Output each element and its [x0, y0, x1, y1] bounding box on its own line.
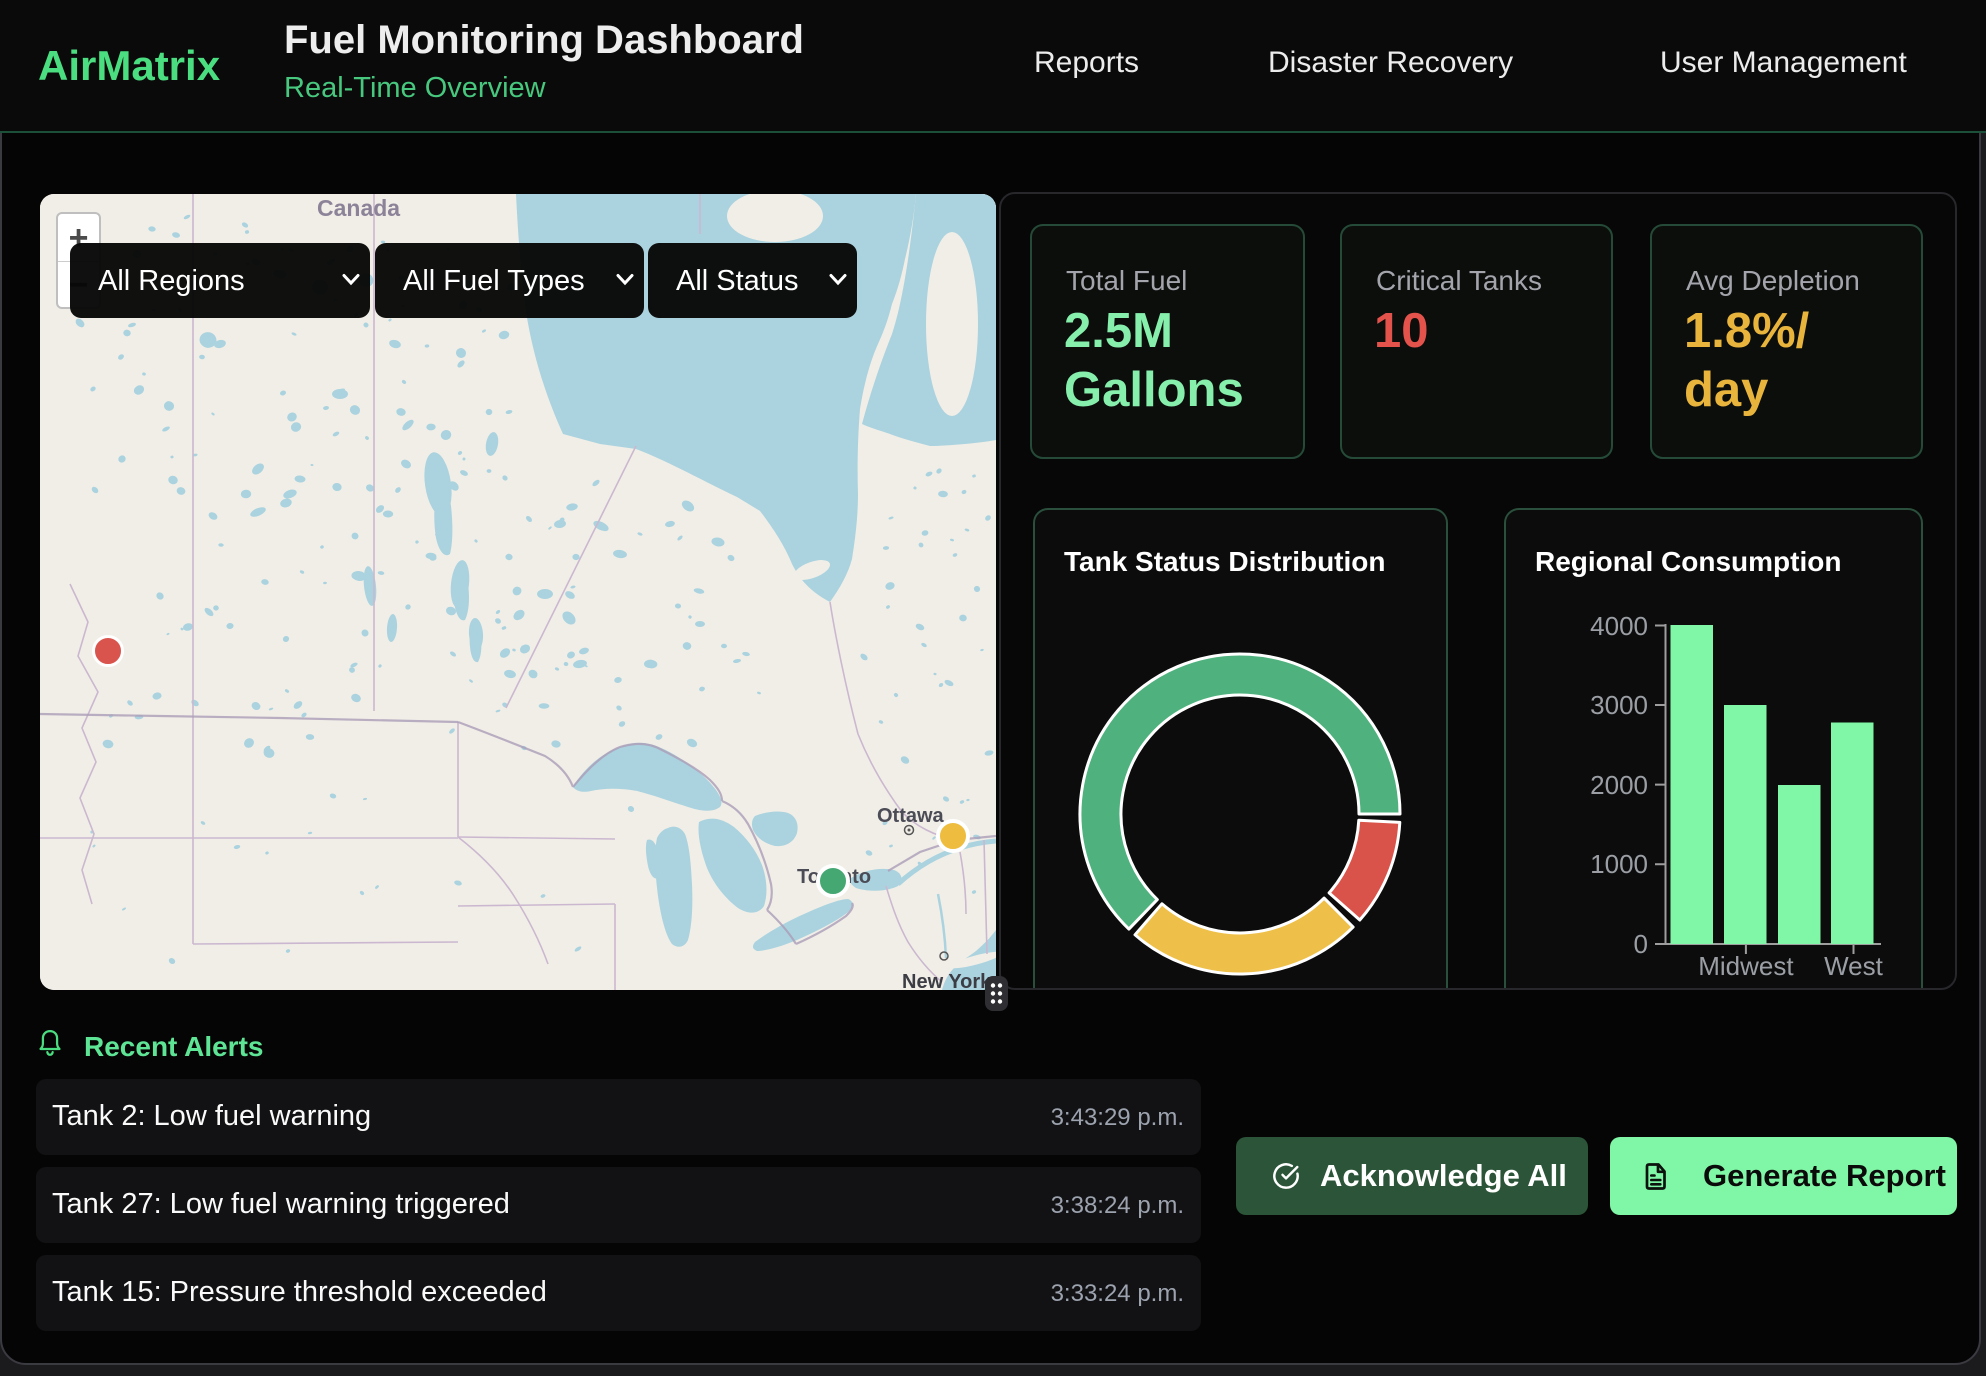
svg-text:Midwest: Midwest: [1698, 951, 1794, 981]
svg-text:Canada: Canada: [317, 195, 400, 221]
svg-text:Ottawa: Ottawa: [877, 805, 945, 827]
svg-text:0: 0: [1634, 929, 1648, 959]
svg-text:West: West: [1824, 951, 1884, 981]
svg-text:4000: 4000: [1590, 611, 1648, 641]
svg-text:New York: New York: [902, 971, 992, 990]
svg-text:3000: 3000: [1590, 690, 1648, 720]
svg-text:2000: 2000: [1590, 770, 1648, 800]
svg-text:1000: 1000: [1590, 849, 1648, 879]
